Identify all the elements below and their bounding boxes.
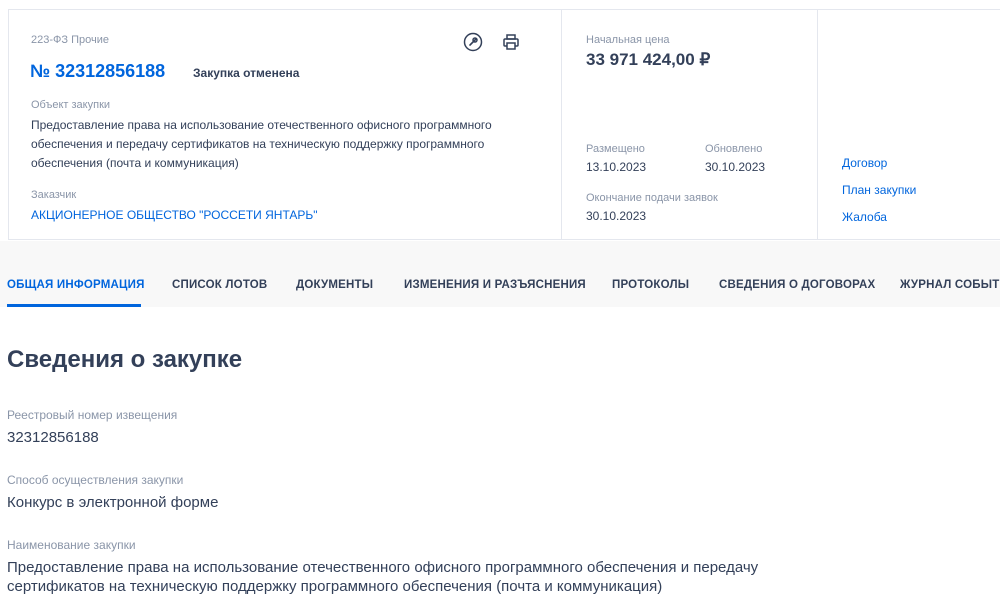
customer-link[interactable]: АКЦИОНЕРНОЕ ОБЩЕСТВО "РОССЕТИ ЯНТАРЬ" [31,208,318,222]
section-title: Сведения о закупке [7,346,243,373]
posted-label: Размещено [586,143,645,155]
updated-label: Обновлено [705,143,763,155]
contract-link[interactable]: Договор [842,156,887,170]
purchase-name-value: Предоставление права на использование от… [7,559,759,595]
tab-event-log[interactable]: ЖУРНАЛ СОБЫТИЙ [900,279,1000,291]
tab-contracts[interactable]: СВЕДЕНИЯ О ДОГОВОРАХ [719,279,875,291]
active-tab-indicator [7,304,141,307]
tab-protocols[interactable]: ПРОТОКОЛЫ [612,279,689,291]
registry-number-label: Реестровый номер извещения [7,408,178,422]
purchase-card: 223-ФЗ Прочие № 32312856188 Закупка отме… [8,9,1000,240]
tab-changes[interactable]: ИЗМЕНЕНИЯ И РАЗЪЯСНЕНИЯ [404,279,586,291]
updated-date-block: Обновлено 30.10.2023 [705,143,765,176]
price-value: 33 971 424,00 ₽ [586,50,711,69]
purchase-plan-link[interactable]: План закупки [842,183,916,197]
link-icon[interactable] [463,32,483,52]
complaint-link[interactable]: Жалоба [842,210,887,224]
updated-value: 30.10.2023 [705,160,766,174]
posted-value: 13.10.2023 [586,160,647,174]
purchase-info-column: 223-ФЗ Прочие № 32312856188 Закупка отме… [9,10,561,239]
posted-date-block: Размещено 13.10.2023 [586,143,646,176]
tab-general-info[interactable]: ОБЩАЯ ИНФОРМАЦИЯ [7,279,145,291]
procedure-type: 223-ФЗ Прочие [31,34,109,46]
purchase-name-label: Наименование закупки [7,538,136,552]
object-text: Предоставление права на использование от… [31,118,492,170]
registry-number-value: 32312856188 [7,429,99,446]
related-links-column: Договор План закупки Жалоба [817,10,1000,239]
price-column: Начальная цена 33 971 424,00 ₽ Размещено… [561,10,817,239]
customer-label: Заказчик [31,189,77,201]
status-badge: Закупка отменена [193,66,300,80]
object-label: Объект закупки [31,99,111,111]
deadline-date-block: Окончание подачи заявок 30.10.2023 [586,192,718,225]
deadline-value: 30.10.2023 [586,209,647,223]
print-icon[interactable] [501,32,521,52]
method-value: Конкурс в электронной форме [7,494,219,511]
tab-bar: ОБЩАЯ ИНФОРМАЦИЯ СПИСОК ЛОТОВ ДОКУМЕНТЫ … [0,241,1000,307]
price-label: Начальная цена [586,34,670,46]
tab-lots[interactable]: СПИСОК ЛОТОВ [172,279,267,291]
method-label: Способ осуществления закупки [7,473,184,487]
card-actions [463,32,521,52]
purchase-number-link[interactable]: № 32312856188 [30,61,165,82]
tab-documents[interactable]: ДОКУМЕНТЫ [296,279,373,291]
deadline-label: Окончание подачи заявок [586,192,718,204]
